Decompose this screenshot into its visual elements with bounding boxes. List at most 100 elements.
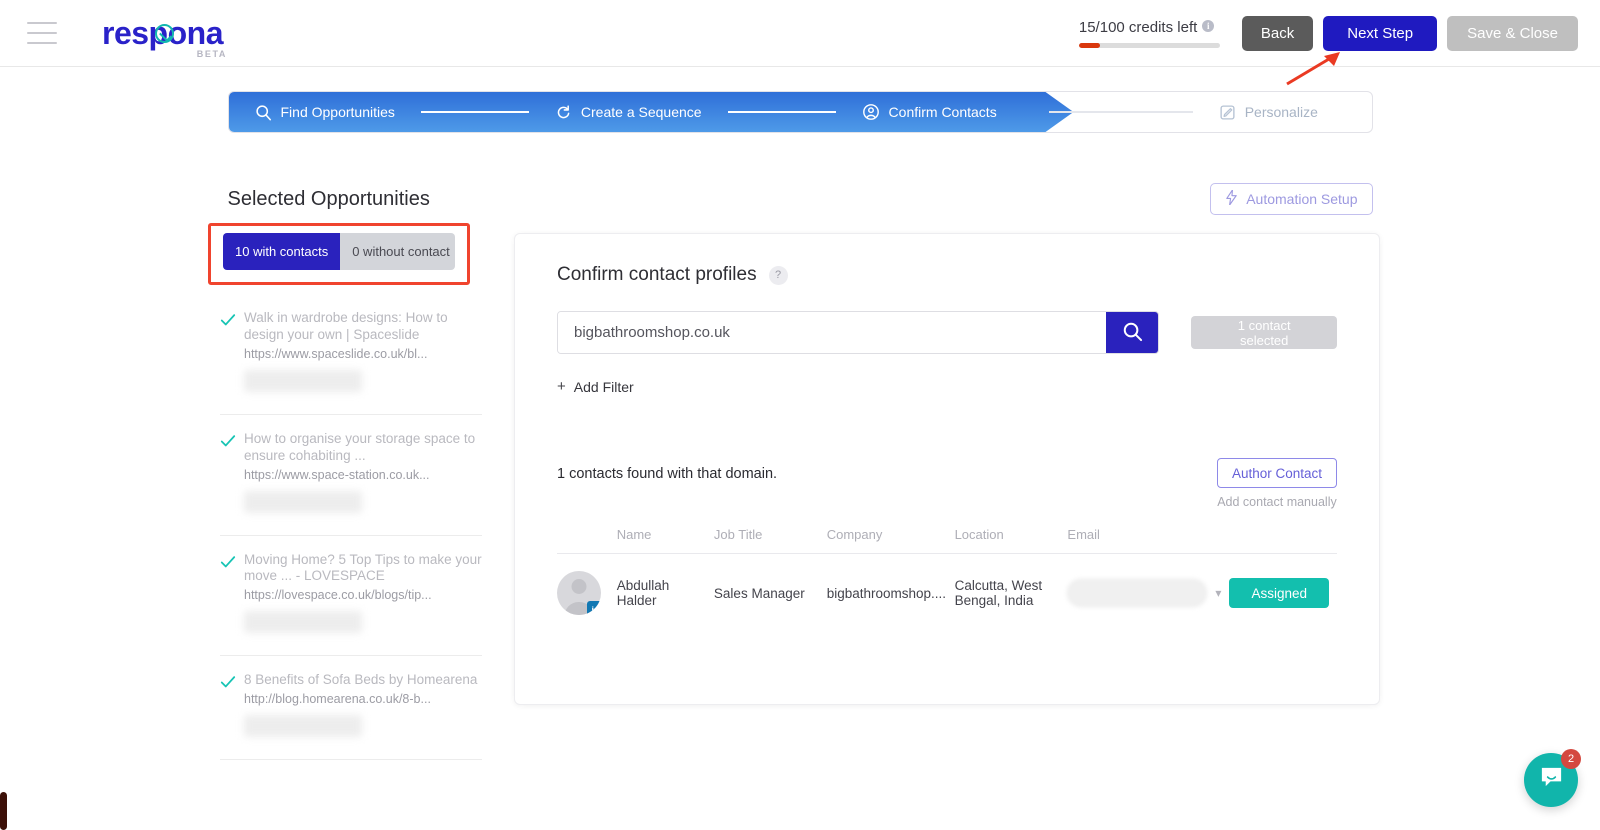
contacts-selected-button[interactable]: 1 contact selected bbox=[1191, 316, 1337, 349]
top-header-bar: respona BETA 15/100 credits left i Back … bbox=[0, 0, 1600, 86]
edit-square-icon bbox=[1219, 104, 1236, 121]
save-and-close-button[interactable]: Save & Close bbox=[1447, 15, 1578, 51]
stepper-connector-1 bbox=[420, 111, 529, 113]
results-summary-row: 1 contacts found with that domain. Autho… bbox=[557, 458, 1337, 509]
col-name: Name bbox=[616, 527, 714, 554]
step-create-sequence[interactable]: Create a Sequence bbox=[555, 92, 702, 132]
opportunities-sidebar: 10 with contacts 0 without contact Walk … bbox=[208, 223, 482, 761]
list-item[interactable]: Walk in wardrobe designs: How to design … bbox=[220, 294, 482, 415]
chevron-down-icon[interactable]: ▾ bbox=[1215, 586, 1221, 600]
opportunity-title: Walk in wardrobe designs: How to design … bbox=[244, 310, 448, 342]
opportunity-url[interactable]: https://lovespace.co.uk/blogs/tip... bbox=[244, 588, 482, 602]
automation-setup-button[interactable]: Automation Setup bbox=[1210, 183, 1373, 215]
opportunity-title: 8 Benefits of Sofa Beds by Homearena bbox=[244, 672, 478, 688]
confirm-contacts-panel: Confirm contact profiles ? 1 contact sel… bbox=[514, 233, 1380, 705]
credits-block: 15/100 credits left i bbox=[1078, 18, 1220, 48]
opportunity-redacted-block bbox=[244, 369, 362, 392]
next-step-button[interactable]: Next Step bbox=[1323, 15, 1438, 51]
add-contact-manually-link[interactable]: Add contact manually bbox=[1217, 495, 1337, 509]
wizard-stepper: Find Opportunities Create a Sequence Con… bbox=[227, 91, 1373, 133]
header-right-group: 15/100 credits left i Back Next Step Sav… bbox=[1078, 15, 1600, 51]
hamburger-line bbox=[27, 42, 57, 44]
col-avatar bbox=[557, 527, 617, 554]
stepper-connector-2 bbox=[727, 111, 836, 113]
user-circle-icon bbox=[862, 103, 880, 121]
add-filter-button[interactable]: + Add Filter bbox=[557, 378, 634, 395]
col-email: Email bbox=[1067, 527, 1230, 554]
opportunity-url[interactable]: https://www.space-station.co.uk... bbox=[244, 468, 482, 482]
opportunity-text: 8 Benefits of Sofa Beds by Homearena http… bbox=[244, 672, 482, 738]
logo-o-ring-icon bbox=[155, 24, 174, 43]
opportunity-title: Moving Home? 5 Top Tips to make your mov… bbox=[244, 551, 482, 584]
domain-search-input[interactable] bbox=[558, 312, 1107, 353]
info-icon[interactable]: i bbox=[1202, 19, 1215, 32]
list-item[interactable]: Moving Home? 5 Top Tips to make your mov… bbox=[220, 536, 482, 657]
opportunity-url[interactable]: https://www.spaceslide.co.uk/bl... bbox=[244, 347, 482, 361]
col-company: Company bbox=[826, 527, 955, 554]
opportunity-text: How to organise your storage space to en… bbox=[244, 431, 482, 513]
menu-hamburger-icon[interactable] bbox=[27, 22, 57, 44]
contacts-table: Name Job Title Company Location Email in… bbox=[557, 527, 1337, 632]
chat-unread-badge: 2 bbox=[1561, 749, 1581, 769]
tab-with-contacts[interactable]: 10 with contacts bbox=[223, 233, 341, 270]
plus-icon: + bbox=[557, 378, 566, 395]
contact-action-cell: Assigned bbox=[1229, 554, 1337, 633]
main-content: 10 with contacts 0 without contact Walk … bbox=[208, 223, 1380, 761]
check-icon[interactable] bbox=[220, 674, 244, 737]
contact-company: bigbathroomshop.... bbox=[826, 585, 947, 601]
opportunity-text: Walk in wardrobe designs: How to design … bbox=[244, 310, 482, 392]
domain-search-box bbox=[557, 311, 1160, 354]
table-row[interactable]: in Abdullah Halder Sales Manager bigbathroo… bbox=[557, 554, 1337, 633]
step-personalize[interactable]: Personalize bbox=[1219, 92, 1318, 132]
check-icon[interactable] bbox=[220, 312, 244, 392]
refresh-icon bbox=[555, 104, 572, 121]
logo-beta-label: BETA bbox=[196, 49, 227, 59]
back-button[interactable]: Back bbox=[1241, 15, 1314, 51]
list-item[interactable]: How to organise your storage space to en… bbox=[220, 415, 482, 536]
contact-location: Calcutta, West Bengal, India bbox=[954, 578, 1043, 608]
selected-opportunities-header-row: Selected Opportunities Automation Setup bbox=[228, 183, 1373, 215]
search-icon bbox=[255, 104, 272, 121]
contacts-table-head: Name Job Title Company Location Email bbox=[557, 527, 1337, 554]
check-icon[interactable] bbox=[220, 554, 244, 634]
credits-progress-bar bbox=[1078, 42, 1220, 48]
check-icon[interactable] bbox=[220, 433, 244, 513]
credits-progress-fill bbox=[1078, 42, 1101, 48]
panel-title: Confirm contact profiles bbox=[557, 264, 757, 285]
hamburger-line bbox=[27, 32, 57, 34]
assigned-button[interactable]: Assigned bbox=[1229, 578, 1329, 608]
stepper-connector-3 bbox=[1048, 111, 1193, 113]
step-label-find-opportunities: Find Opportunities bbox=[280, 104, 395, 120]
list-item[interactable]: 8 Benefits of Sofa Beds by Homearena http… bbox=[220, 656, 482, 761]
col-location: Location bbox=[954, 527, 1068, 554]
opportunity-url[interactable]: http://blog.homearena.co.uk/8-b... bbox=[244, 692, 482, 706]
avatar-head bbox=[571, 579, 587, 594]
opportunity-redacted-block bbox=[244, 715, 362, 738]
contact-job-title: Sales Manager bbox=[713, 585, 805, 601]
step-find-opportunities[interactable]: Find Opportunities bbox=[255, 92, 395, 132]
opportunity-redacted-block bbox=[244, 490, 362, 513]
chat-bubble-icon bbox=[1539, 765, 1564, 795]
tab-without-contact[interactable]: 0 without contact bbox=[340, 233, 455, 270]
linkedin-icon[interactable]: in bbox=[587, 601, 601, 615]
email-value-redacted[interactable] bbox=[1067, 579, 1208, 607]
credits-text: 15/100 credits left bbox=[1078, 18, 1198, 36]
author-contact-button[interactable]: Author Contact bbox=[1216, 458, 1337, 488]
search-submit-button[interactable] bbox=[1106, 312, 1159, 353]
col-action bbox=[1229, 527, 1337, 554]
opportunity-redacted-block bbox=[244, 611, 362, 634]
step-confirm-contacts[interactable]: Confirm Contacts bbox=[862, 92, 997, 132]
help-icon[interactable]: ? bbox=[768, 265, 788, 285]
step-label-personalize: Personalize bbox=[1244, 104, 1318, 120]
scrollbar-artifact[interactable] bbox=[0, 792, 7, 830]
contact-avatar-cell: in bbox=[557, 554, 617, 633]
step-label-create-sequence: Create a Sequence bbox=[580, 104, 702, 120]
chat-launcher-button[interactable]: 2 bbox=[1524, 749, 1581, 807]
page-title: Selected Opportunities bbox=[227, 187, 430, 210]
contact-email-cell: ▾ bbox=[1067, 554, 1229, 633]
opportunity-text: Moving Home? 5 Top Tips to make your mov… bbox=[244, 552, 482, 634]
respona-logo[interactable]: respona BETA bbox=[102, 17, 225, 59]
email-dropdown[interactable]: ▾ bbox=[1067, 579, 1221, 607]
avatar: in bbox=[557, 571, 601, 615]
contacts-table-body: in Abdullah Halder Sales Manager bigbathroo… bbox=[557, 554, 1337, 633]
